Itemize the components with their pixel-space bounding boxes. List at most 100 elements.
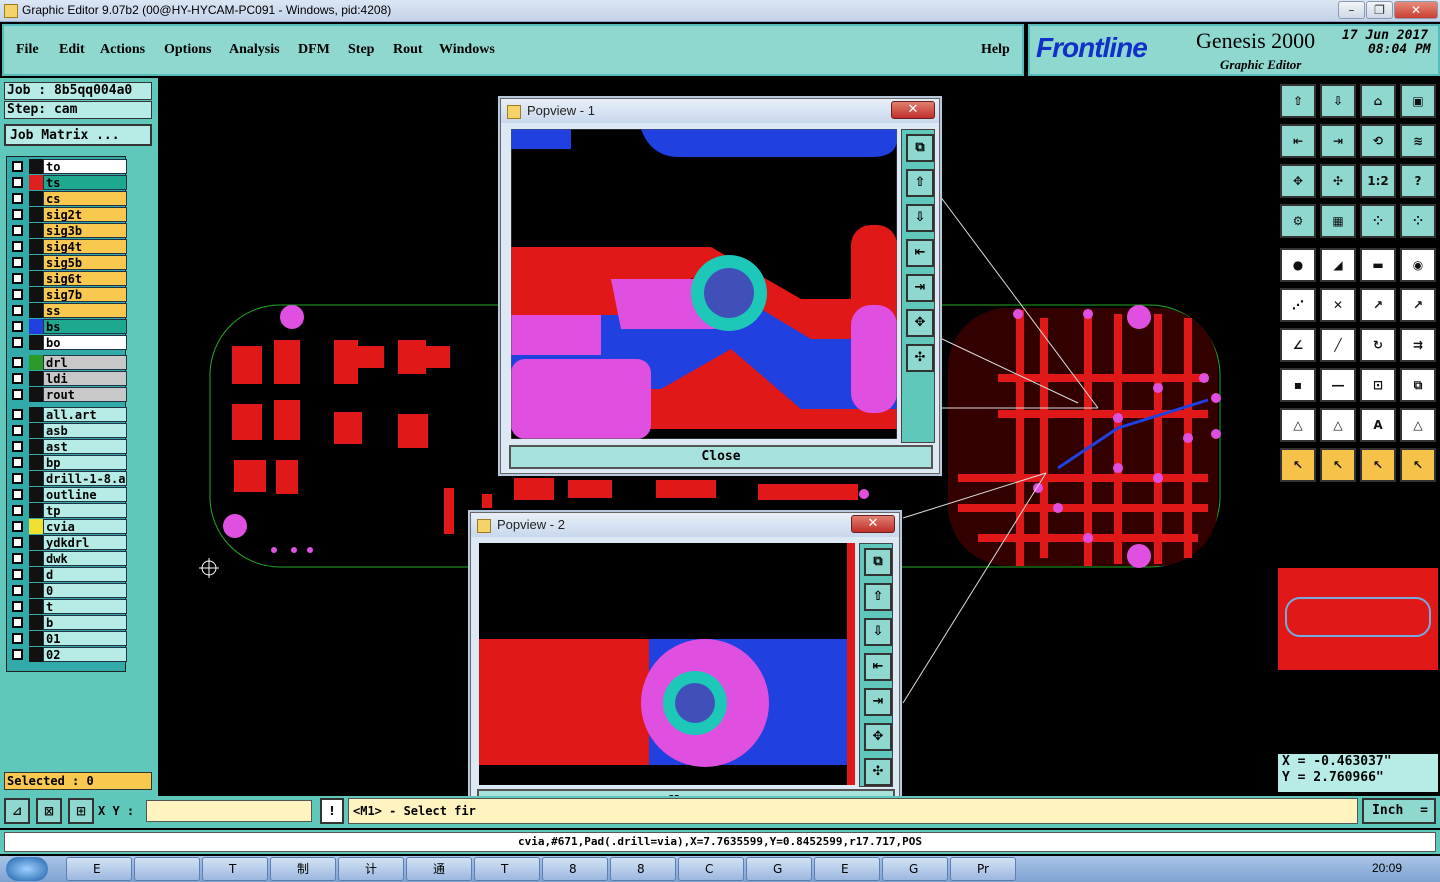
pan-right-icon[interactable]: ⇥ [1320, 124, 1356, 158]
layer-color-swatch[interactable] [29, 255, 43, 270]
menu-file[interactable]: File [16, 42, 39, 58]
menu-windows[interactable]: Windows [439, 42, 495, 58]
grid-icon[interactable]: ⊞ [68, 798, 94, 824]
pad-icon[interactable]: ● [1280, 248, 1316, 282]
layer-row[interactable]: tp [9, 503, 127, 518]
layer-checkbox[interactable] [12, 553, 23, 564]
popview-tool-icon[interactable]: ⇩ [864, 618, 892, 646]
layer-color-swatch[interactable] [29, 355, 43, 370]
menu-rout[interactable]: Rout [393, 42, 423, 58]
pan-left-icon[interactable]: ⇤ [1280, 124, 1316, 158]
layer-checkbox[interactable] [12, 161, 23, 172]
layer-row[interactable]: dwk [9, 551, 127, 566]
layer-name[interactable]: rout [43, 387, 127, 402]
fit-icon[interactable]: ✥ [1280, 164, 1316, 198]
layer-name[interactable]: outline [43, 487, 127, 502]
layer-row[interactable]: ts [9, 175, 127, 190]
layer-color-swatch[interactable] [29, 423, 43, 438]
layer-row[interactable]: rout [9, 387, 127, 402]
popview-1-close-button[interactable]: Close [509, 445, 933, 469]
layer-row[interactable]: ydkdrl [9, 535, 127, 550]
layer-checkbox[interactable] [12, 273, 23, 284]
layer-row[interactable]: drill-1-8.a [9, 471, 127, 486]
layer-name[interactable]: all.art [43, 407, 127, 422]
popview-2-canvas[interactable] [479, 543, 855, 785]
layer-name[interactable]: t [43, 599, 127, 614]
layer-row[interactable]: asb [9, 423, 127, 438]
layer-row[interactable]: sig2t [9, 207, 127, 222]
layer-name[interactable]: ast [43, 439, 127, 454]
maximize-button[interactable]: ❐ [1366, 1, 1393, 19]
layer-name[interactable]: to [43, 159, 127, 174]
layer-name[interactable]: drill-1-8.a [43, 471, 127, 486]
popview-tool-icon[interactable]: ✥ [906, 309, 934, 337]
taskbar-item[interactable]: Pr [950, 857, 1016, 881]
pointer3-icon[interactable]: ↖ [1360, 448, 1396, 482]
layer-checkbox[interactable] [12, 633, 23, 644]
scale-icon[interactable]: 1:2 [1360, 164, 1396, 198]
box-icon[interactable]: ⊡ [1360, 368, 1396, 402]
popview-1-close-icon[interactable]: ✕ [891, 101, 935, 119]
taskbar-item[interactable]: C [678, 857, 744, 881]
slope-icon[interactable]: ╱ [1320, 328, 1356, 362]
layer-name[interactable]: asb [43, 423, 127, 438]
layer-name[interactable]: drl [43, 355, 127, 370]
layer-row[interactable]: sig6t [9, 271, 127, 286]
minimize-button[interactable]: – [1338, 1, 1365, 19]
layer-row[interactable]: 01 [9, 631, 127, 646]
layer-color-swatch[interactable] [29, 239, 43, 254]
layer-color-swatch[interactable] [29, 615, 43, 630]
layers-icon[interactable]: ≋ [1400, 124, 1436, 158]
layer-row[interactable]: sig7b [9, 287, 127, 302]
layer-color-swatch[interactable] [29, 387, 43, 402]
taskbar-item[interactable]: G [746, 857, 812, 881]
layer-name[interactable]: sig5b [43, 255, 127, 270]
center-icon[interactable]: ✣ [1320, 164, 1356, 198]
layer-row[interactable]: cs [9, 191, 127, 206]
layer-checkbox[interactable] [12, 225, 23, 236]
layer-color-swatch[interactable] [29, 535, 43, 550]
net2-icon[interactable]: ⁘ [1400, 204, 1436, 238]
group-icon[interactable]: ⧉ [1400, 368, 1436, 402]
layer-row[interactable]: sig4t [9, 239, 127, 254]
layer-color-swatch[interactable] [29, 371, 43, 386]
popview-tool-icon[interactable]: ✥ [864, 723, 892, 751]
taskbar-item[interactable]: 计 [338, 857, 404, 881]
text-icon[interactable]: A [1360, 408, 1396, 442]
layer-checkbox[interactable] [12, 537, 23, 548]
layer-row[interactable]: to [9, 159, 127, 174]
layer-color-swatch[interactable] [29, 159, 43, 174]
layer-color-swatch[interactable] [29, 271, 43, 286]
taskbar-item[interactable]: 8 [610, 857, 676, 881]
layer-row[interactable]: ldi [9, 371, 127, 386]
menu-analysis[interactable]: Analysis [229, 42, 280, 58]
layer-color-swatch[interactable] [29, 519, 43, 534]
rotate-icon[interactable]: ⟲ [1360, 124, 1396, 158]
ruler-icon[interactable]: ▬ [1360, 248, 1396, 282]
layer-row[interactable]: all.art [9, 407, 127, 422]
layer-name[interactable]: bo [43, 335, 127, 350]
layer-row[interactable]: sig3b [9, 223, 127, 238]
layer-checkbox[interactable] [12, 601, 23, 612]
layer-color-swatch[interactable] [29, 303, 43, 318]
menu-help[interactable]: Help [981, 42, 1010, 58]
start-button[interactable] [6, 857, 48, 881]
overview-map[interactable] [1278, 490, 1438, 750]
taskbar-item[interactable]: E [66, 857, 132, 881]
layer-color-swatch[interactable] [29, 551, 43, 566]
taskbar-item[interactable]: 通 [406, 857, 472, 881]
help-icon[interactable]: ? [1400, 164, 1436, 198]
pointer-icon[interactable]: ↖ [1280, 448, 1316, 482]
window-icon[interactable]: ▣ [1400, 84, 1436, 118]
menu-options[interactable]: Options [164, 42, 211, 58]
zoom-down-icon[interactable]: ⇩ [1320, 84, 1356, 118]
connect-icon[interactable]: ⋰ [1280, 288, 1316, 322]
layer-row[interactable]: bs [9, 319, 127, 334]
layer-name[interactable]: ydkdrl [43, 535, 127, 550]
layer-checkbox[interactable] [12, 357, 23, 368]
target-icon[interactable]: ◉ [1400, 248, 1436, 282]
undo-icon[interactable]: ↻ [1360, 328, 1396, 362]
taskbar-item[interactable]: T [202, 857, 268, 881]
layer-checkbox[interactable] [12, 337, 23, 348]
layer-row[interactable]: bo [9, 335, 127, 350]
